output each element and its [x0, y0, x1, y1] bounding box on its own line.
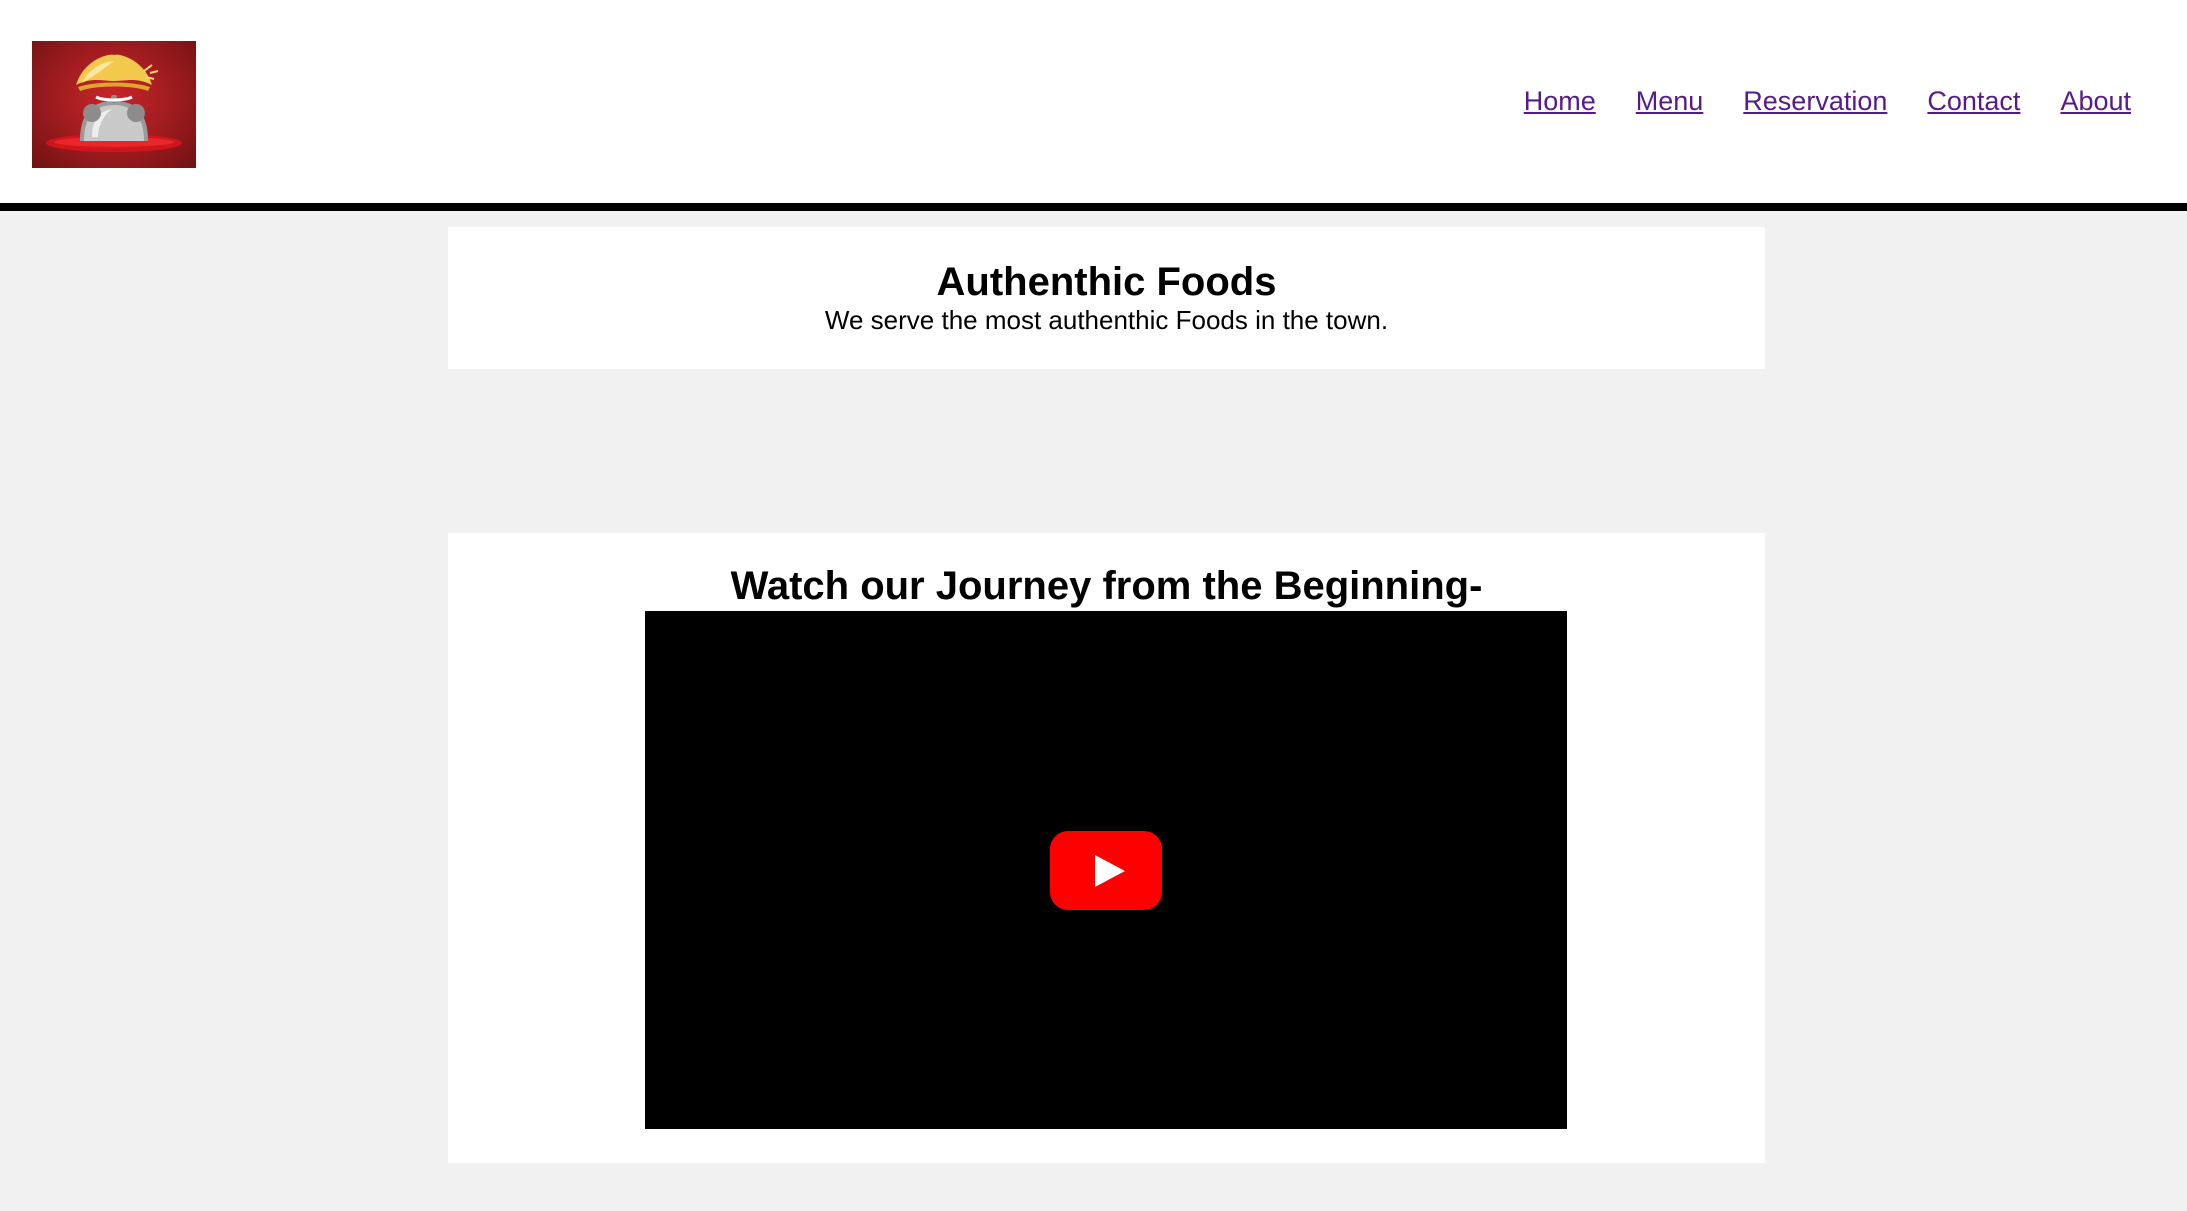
play-triangle-icon [1095, 855, 1125, 887]
hero-card: Authenthic Foods We serve the most authe… [448, 227, 1765, 369]
nav-link-about[interactable]: About [2060, 86, 2131, 117]
nav-link-menu[interactable]: Menu [1636, 86, 1704, 117]
hero-title: Authenthic Foods [936, 260, 1277, 304]
nav-link-contact[interactable]: Contact [1927, 86, 2020, 117]
hero-subtitle: We serve the most authenthic Foods in th… [824, 305, 1389, 335]
main-nav: Home Menu Reservation Contact About [1524, 86, 2131, 117]
site-header: Home Menu Reservation Contact About [0, 0, 2187, 211]
embedded-video-player[interactable] [645, 611, 1567, 1129]
cloche-chef-hat-icon [46, 54, 182, 152]
nav-link-home[interactable]: Home [1524, 86, 1596, 117]
video-section-title: Watch our Journey from the Beginning- [730, 564, 1483, 608]
nav-link-reservation[interactable]: Reservation [1743, 86, 1887, 117]
logo-icon[interactable] [32, 41, 196, 168]
video-card: Watch our Journey from the Beginning- [448, 533, 1765, 1163]
youtube-play-icon[interactable] [1050, 831, 1162, 910]
